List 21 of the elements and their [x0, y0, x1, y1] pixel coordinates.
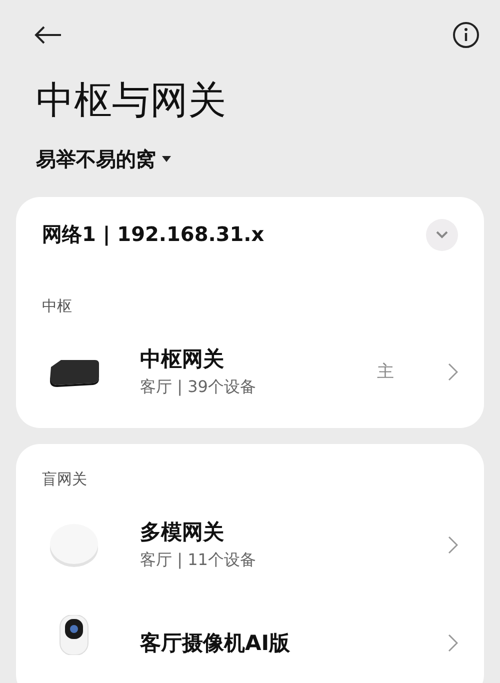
section-label: 盲网关 — [42, 470, 88, 489]
primary-label: 主 — [377, 361, 394, 384]
chevron-right-icon[interactable] — [448, 362, 458, 381]
info-icon[interactable] — [452, 21, 480, 49]
section-label: 中枢 — [42, 296, 73, 316]
back-arrow-icon[interactable] — [34, 25, 62, 45]
device-name: 中枢网关 — [140, 346, 225, 374]
device-name: 多模网关 — [140, 519, 225, 546]
caret-icon — [162, 156, 171, 162]
device-name: 客厅摄像机AI版 — [140, 630, 292, 657]
page-title: 中枢与网关 — [36, 78, 227, 124]
home-selector[interactable]: 易举不易的窝 — [36, 146, 171, 173]
chevron-right-icon[interactable] — [448, 634, 458, 652]
device-subtitle: 客厅 | 11个设备 — [140, 550, 257, 572]
chevron-right-icon[interactable] — [448, 536, 458, 554]
disc-device-icon — [49, 522, 99, 568]
device-subtitle: 客厅 | 39个设备 — [140, 377, 257, 398]
network-label: 网络1 | 192.168.31.x — [42, 221, 264, 248]
expand-button[interactable] — [426, 218, 458, 251]
camera-icon — [59, 614, 89, 655]
chevron-down-icon — [436, 230, 448, 239]
